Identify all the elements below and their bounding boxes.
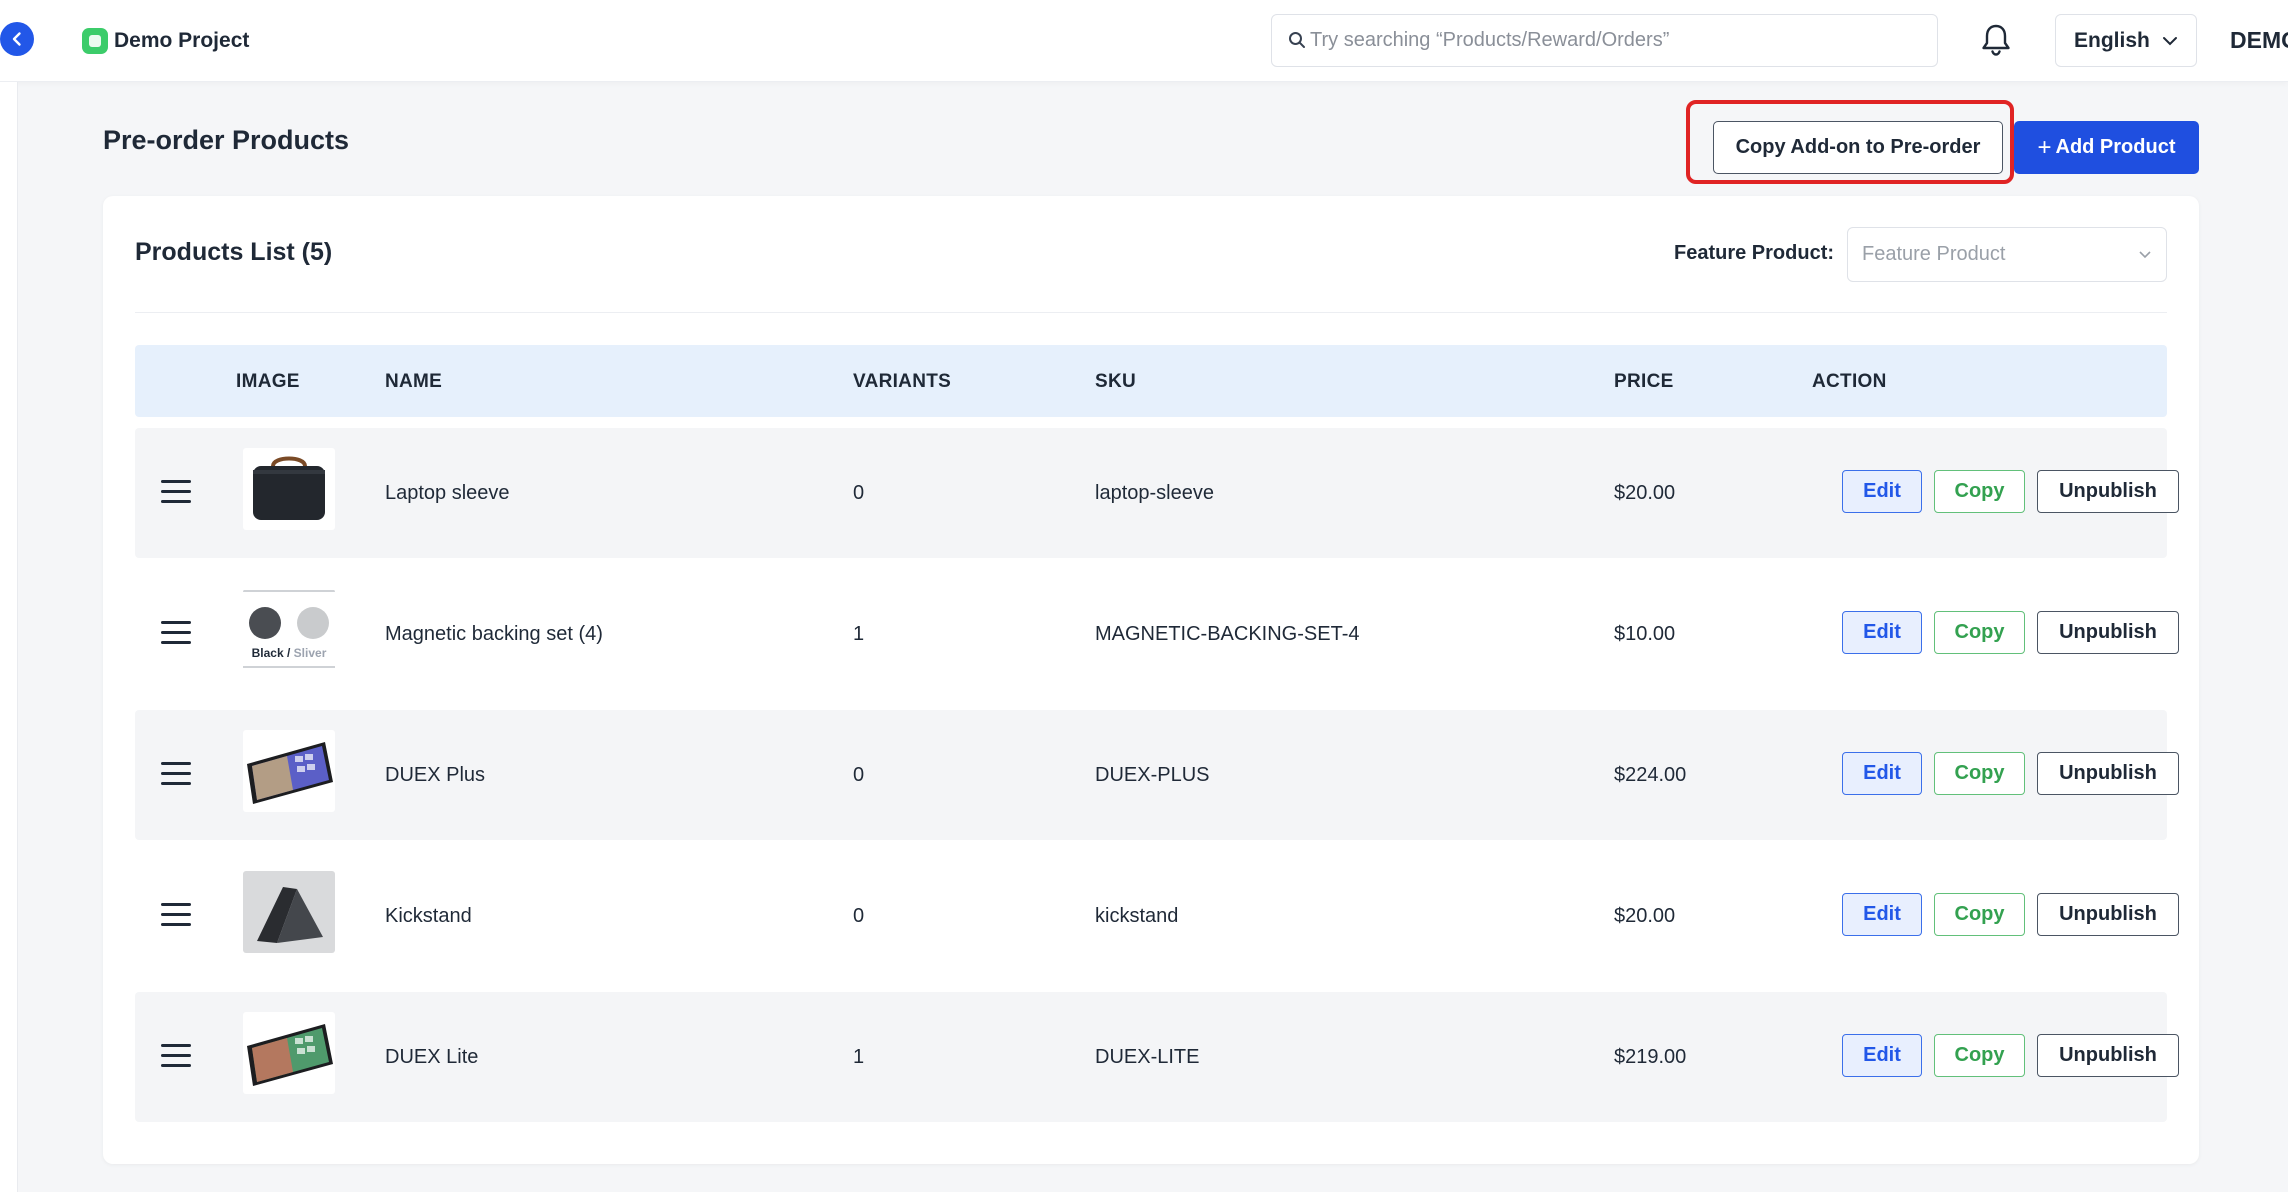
user-name[interactable]: DEMO xyxy=(2230,27,2288,54)
product-name: DUEX Plus xyxy=(385,764,486,786)
drag-handle-icon[interactable] xyxy=(161,903,191,927)
bell-icon xyxy=(1982,24,2010,56)
chevron-left-icon xyxy=(12,32,21,46)
column-header-variants: VARIANTS xyxy=(853,371,952,392)
add-product-label: Add Product xyxy=(2055,136,2176,158)
top-bar: Demo Project English DEMO xyxy=(0,0,2288,82)
column-header-sku: SKU xyxy=(1095,371,1137,392)
product-sku: laptop-sleeve xyxy=(1095,482,1214,504)
product-variants: 1 xyxy=(853,623,865,645)
chevron-down-icon xyxy=(2139,251,2151,259)
product-price: $20.00 xyxy=(1614,482,1676,504)
unpublish-button[interactable]: Unpublish xyxy=(2037,611,2179,654)
duex-plus-image xyxy=(243,730,335,812)
plus-icon: + xyxy=(2037,133,2052,161)
edit-button[interactable]: Edit xyxy=(1842,893,1922,936)
product-name: Magnetic backing set (4) xyxy=(385,623,603,645)
add-product-button[interactable]: + Add Product xyxy=(2014,121,2199,174)
magnetic-backing-image: Black / Sliver xyxy=(243,589,335,671)
table-row: DUEX Plus 0 DUEX-PLUS $224.00 Edit Copy … xyxy=(135,710,2179,840)
product-sku: DUEX-LITE xyxy=(1095,1046,1200,1068)
unpublish-button[interactable]: Unpublish xyxy=(2037,893,2179,936)
copy-button[interactable]: Copy xyxy=(1934,893,2025,936)
unpublish-button[interactable]: Unpublish xyxy=(2037,470,2179,513)
column-header-image: IMAGE xyxy=(236,371,300,392)
unpublish-button[interactable]: Unpublish xyxy=(2037,1034,2179,1077)
edit-button[interactable]: Edit xyxy=(1842,611,1922,654)
product-variants: 0 xyxy=(853,905,865,927)
copy-button[interactable]: Copy xyxy=(1934,611,2025,654)
image-caption-sliver: Sliver xyxy=(293,646,327,660)
back-button[interactable] xyxy=(0,22,34,56)
products-list-title: Products List (5) xyxy=(135,238,333,266)
edit-button[interactable]: Edit xyxy=(1842,1034,1922,1077)
copy-button[interactable]: Copy xyxy=(1934,470,2025,513)
language-select[interactable]: English xyxy=(2055,14,2197,67)
product-price: $224.00 xyxy=(1614,764,1687,786)
product-sku: kickstand xyxy=(1095,905,1179,927)
column-header-name: NAME xyxy=(385,371,443,392)
table-header: IMAGE NAME VARIANTS SKU PRICE ACTION xyxy=(135,345,2167,417)
image-caption-black: Black xyxy=(251,646,284,660)
drag-handle-icon[interactable] xyxy=(161,762,191,786)
page-title: Pre-order Products xyxy=(103,125,350,155)
search-icon xyxy=(1289,32,1305,48)
notification-button[interactable] xyxy=(1979,22,2013,63)
table-row: DUEX Lite 1 DUEX-LITE $219.00 Edit Copy … xyxy=(135,992,2179,1122)
search-box[interactable] xyxy=(1271,14,1938,67)
left-sidebar-rail xyxy=(0,82,18,1192)
product-variants: 0 xyxy=(853,482,865,504)
product-name: DUEX Lite xyxy=(385,1046,479,1068)
table-row: Kickstand 0 kickstand $20.00 Edit Copy U… xyxy=(135,851,2179,981)
laptop-sleeve-image xyxy=(243,448,335,530)
product-name: Kickstand xyxy=(385,905,472,927)
edit-button[interactable]: Edit xyxy=(1842,752,1922,795)
image-caption-separator: / xyxy=(286,646,291,660)
copy-button[interactable]: Copy xyxy=(1934,752,2025,795)
product-variants: 1 xyxy=(853,1046,865,1068)
feature-product-select[interactable]: Feature Product xyxy=(1847,227,2167,282)
product-price: $219.00 xyxy=(1614,1046,1687,1068)
feature-product-placeholder: Feature Product xyxy=(1862,243,2006,265)
feature-product-label: Feature Product: xyxy=(1674,242,1835,264)
drag-handle-icon[interactable] xyxy=(161,480,191,504)
table-row: Black / Sliver Magnetic backing set (4) … xyxy=(135,569,2179,699)
kickstand-image xyxy=(243,871,335,953)
drag-handle-icon[interactable] xyxy=(161,1044,191,1068)
language-value: English xyxy=(2074,28,2150,52)
product-price: $20.00 xyxy=(1614,905,1676,927)
column-header-price: PRICE xyxy=(1614,371,1674,392)
edit-button[interactable]: Edit xyxy=(1842,470,1922,513)
table-row: Laptop sleeve 0 laptop-sleeve $20.00 Edi… xyxy=(135,428,2179,558)
copy-button[interactable]: Copy xyxy=(1934,1034,2025,1077)
product-variants: 0 xyxy=(853,764,865,786)
project-name[interactable]: Demo Project xyxy=(114,28,249,54)
product-name: Laptop sleeve xyxy=(385,482,510,504)
copy-addon-to-preorder-button[interactable]: Copy Add-on to Pre-order xyxy=(1713,121,2003,174)
product-sku: MAGNETIC-BACKING-SET-4 xyxy=(1095,623,1360,645)
product-sku: DUEX-PLUS xyxy=(1095,764,1210,786)
search-input[interactable] xyxy=(1310,15,1910,66)
chevron-down-icon xyxy=(2163,37,2177,46)
project-logo-icon xyxy=(82,28,108,54)
product-price: $10.00 xyxy=(1614,623,1676,645)
unpublish-button[interactable]: Unpublish xyxy=(2037,752,2179,795)
products-card: Products List (5) Feature Product: Featu… xyxy=(103,196,2199,1164)
column-header-action: ACTION xyxy=(1812,371,1887,392)
duex-lite-image xyxy=(243,1012,335,1094)
drag-handle-icon[interactable] xyxy=(161,621,191,645)
divider xyxy=(135,312,2167,313)
